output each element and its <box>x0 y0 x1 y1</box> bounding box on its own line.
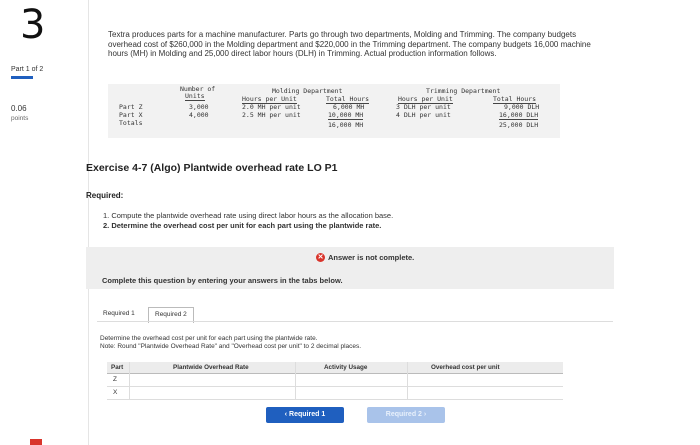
problem-intro: Textra produces parts for a machine manu… <box>108 30 591 59</box>
column-divider <box>407 362 408 399</box>
part-z-label: Z <box>113 376 117 383</box>
chevron-right-icon: › <box>421 411 427 418</box>
molding-total-value: 6,000 MH <box>333 103 365 111</box>
question-number: 3 <box>20 2 46 48</box>
complete-instruction: Complete this question by entering your … <box>102 276 343 285</box>
units-value: 4,000 <box>189 111 209 119</box>
next-required-button[interactable]: Required 2 › <box>367 407 445 423</box>
column-divider <box>295 362 296 399</box>
header-overhead-cost: Overhead cost per unit <box>431 364 500 371</box>
answer-status: ✕ Answer is not complete. <box>316 253 414 262</box>
exercise-title: Exercise 4-7 (Algo) Plantwide overhead r… <box>86 162 338 174</box>
table-row: Z <box>107 374 563 387</box>
part-progress-bar <box>11 76 33 79</box>
table-row: X <box>107 387 563 400</box>
part-x-label: X <box>113 389 118 396</box>
row-label: Part X <box>119 111 143 119</box>
answer-table-header: Part Plantwide Overhead Rate Activity Us… <box>107 362 563 374</box>
molding-hpu-value: 2.5 MH per unit <box>242 111 301 119</box>
tab-divider <box>97 321 613 322</box>
header-plantwide-rate: Plantwide Overhead Rate <box>173 364 249 371</box>
points-value: 0.06 <box>11 104 27 113</box>
required-list: 1. Compute the plantwide overhead rate u… <box>103 211 393 230</box>
sidebar-divider <box>88 0 89 445</box>
required-item: 1. Compute the plantwide overhead rate u… <box>103 211 394 220</box>
trimming-grand-total: 25,000 DLH <box>499 121 539 129</box>
trimming-hpu-value: 4 DLH per unit <box>396 111 451 119</box>
trimming-hpu-value: 3 DLH per unit <box>396 103 451 111</box>
molding-grand-total: 16,000 MH <box>328 121 364 129</box>
required-item: 2. Determine the overhead cost per unit … <box>103 220 382 230</box>
col-units-header-2: Units <box>185 92 205 101</box>
next-label: Required 2 <box>385 411 422 418</box>
production-data-table: Number of Units Molding Department Hours… <box>108 84 560 138</box>
header-part: Part <box>111 364 124 371</box>
trimming-total-value: 9,000 DLH <box>504 103 540 111</box>
units-value: 3,000 <box>189 103 209 111</box>
molding-total-value: 10,000 MH <box>328 111 364 120</box>
tab-required-1[interactable]: Required 1 <box>97 307 141 321</box>
totals-label: Totals <box>119 119 143 127</box>
x-circle-icon: ✕ <box>316 253 325 262</box>
header-activity-usage: Activity Usage <box>324 364 368 371</box>
instruction-note: Note: Round "Plantwide Overhead Rate" an… <box>100 343 362 350</box>
part-indicator: Part 1 of 2 <box>11 66 44 73</box>
prev-label: Required 1 <box>289 411 326 418</box>
prev-required-button[interactable]: ‹ Required 1 <box>266 407 344 423</box>
molding-header: Molding Department <box>272 87 343 95</box>
trimming-total-value: 16,000 DLH <box>499 111 539 120</box>
instruction-line: Determine the overhead cost per unit for… <box>100 335 318 342</box>
status-text: Answer is not complete. <box>328 253 415 262</box>
row-label: Part Z <box>119 103 143 111</box>
molding-hpu-value: 2.0 MH per unit <box>242 103 301 111</box>
column-divider <box>129 362 130 399</box>
flag-marker <box>30 439 42 445</box>
points-label: points <box>11 115 29 122</box>
tab-instructions: Determine the overhead cost per unit for… <box>100 335 361 351</box>
trimming-header: Trimming Department <box>426 87 501 95</box>
required-heading: Required: <box>86 191 124 200</box>
